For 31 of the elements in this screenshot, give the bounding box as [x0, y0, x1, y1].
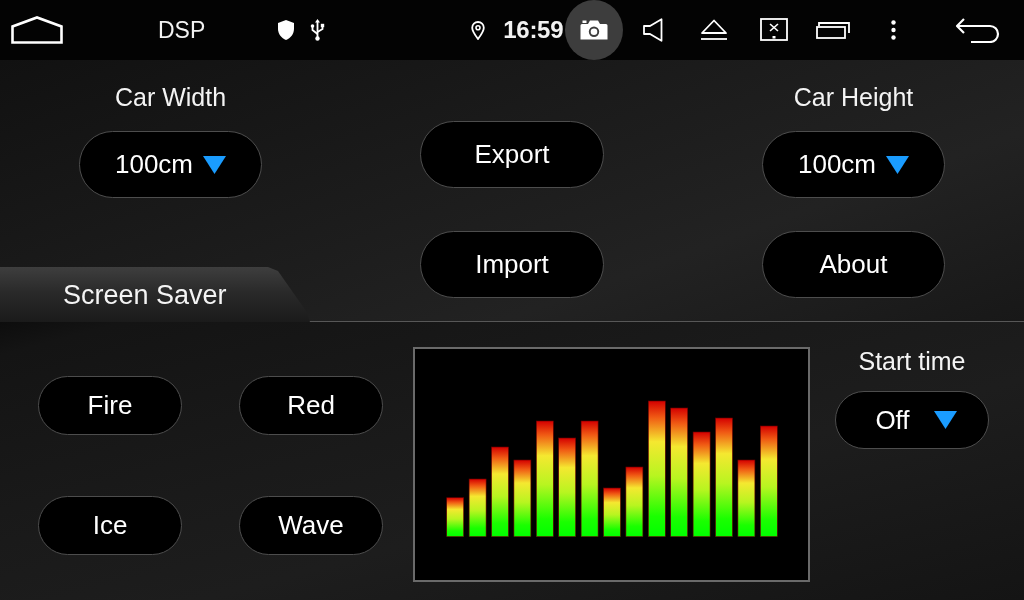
caret-icon — [933, 411, 957, 429]
start-time-dropdown[interactable]: Off — [835, 391, 989, 449]
recent-apps-icon[interactable] — [816, 21, 851, 39]
about-button[interactable]: About — [762, 231, 945, 298]
caret-icon — [886, 155, 909, 174]
import-button[interactable]: Import — [420, 231, 604, 298]
clock-time: 16:59 — [503, 17, 564, 43]
usb-icon — [310, 19, 326, 41]
car-width-dropdown[interactable]: 100cm — [79, 131, 262, 198]
back-icon[interactable] — [955, 17, 1001, 43]
section-header: Screen Saver — [0, 267, 310, 322]
shield-icon — [278, 20, 295, 40]
screen-title: DSP — [158, 17, 206, 43]
speaker-icon[interactable] — [643, 18, 664, 42]
eject-icon[interactable] — [700, 19, 729, 41]
export-button[interactable]: Export — [420, 121, 604, 188]
start-time-label: Start time — [858, 346, 966, 376]
screen-saver-style-button[interactable]: Wave — [239, 496, 383, 555]
screen-saver-style-button[interactable]: Red — [239, 376, 383, 435]
car-height-dropdown[interactable]: 100cm — [762, 131, 945, 198]
screenshot-button[interactable] — [565, 0, 624, 60]
screen-saver-style-button[interactable]: Fire — [38, 376, 182, 435]
caret-icon — [203, 155, 226, 174]
location-pin-icon — [471, 20, 486, 40]
home-icon[interactable] — [11, 16, 63, 44]
screen-close-icon[interactable] — [760, 18, 789, 42]
more-options-icon[interactable] — [891, 20, 897, 40]
car-width-label: Car Width — [114, 82, 227, 112]
car-height-label: Car Height — [793, 82, 914, 112]
camera-icon — [580, 19, 609, 41]
screen-saver-style-button[interactable]: Ice — [38, 496, 182, 555]
